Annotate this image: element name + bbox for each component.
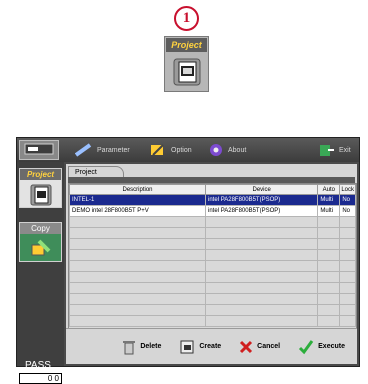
cell-lock: No xyxy=(339,205,356,217)
marker-1: 1 xyxy=(174,6,199,31)
action-bar: Delete Create Cancel Execute xyxy=(66,328,357,364)
cell-description: INTEL-1 xyxy=(69,194,207,206)
sidebar-copy-label: Copy xyxy=(20,223,61,234)
project-chip-icon xyxy=(173,58,201,86)
about-button[interactable]: About xyxy=(208,141,246,159)
project-table: Description Device Auto Lock INTEL-1 int… xyxy=(68,183,357,333)
exit-icon xyxy=(320,145,334,156)
cell-auto: Multi xyxy=(317,194,341,206)
exit-label: Exit xyxy=(339,146,351,154)
column-header[interactable]: Auto xyxy=(317,184,341,195)
create-button[interactable]: Create xyxy=(179,339,221,355)
table-row-empty xyxy=(69,238,356,250)
toolbar: Parameter Option About Exit xyxy=(17,138,359,162)
project-chip-icon xyxy=(30,184,52,206)
table-row[interactable]: INTEL-1 intel PA28F800B5T(PSOP) Multi No xyxy=(69,194,356,206)
exit-button[interactable]: Exit xyxy=(319,141,351,159)
sidebar-project-label: Project xyxy=(20,169,61,180)
pass-counter: 0 0 xyxy=(19,373,62,384)
option-label: Option xyxy=(171,146,192,154)
cell-auto: Multi xyxy=(317,205,341,217)
cancel-button[interactable]: Cancel xyxy=(239,340,280,354)
create-icon xyxy=(180,340,194,353)
cell-description: DEMO intel 28F800B5T P+V xyxy=(69,205,207,217)
checkmark-icon xyxy=(299,339,314,354)
option-button[interactable]: Option xyxy=(149,141,192,159)
x-icon xyxy=(240,340,253,353)
main-content: Project Description Device Auto Lock INT… xyxy=(66,164,357,364)
table-row-empty xyxy=(69,315,356,327)
delete-label: Delete xyxy=(140,343,162,350)
column-header[interactable]: Lock xyxy=(339,184,356,195)
about-icon xyxy=(210,144,222,156)
sidebar: Project Copy PASS 0 0 xyxy=(17,162,64,384)
option-icon xyxy=(151,144,164,156)
execute-label: Execute xyxy=(318,343,345,350)
column-header[interactable]: Description xyxy=(69,184,207,195)
programmer-window: Parameter Option About Exit Project Copy xyxy=(16,137,360,384)
parameter-button[interactable]: Parameter xyxy=(75,141,130,159)
cell-device: intel PA28F800B5T(PSOP) xyxy=(205,205,319,217)
device-logo-icon xyxy=(19,140,59,160)
cell-lock: No xyxy=(339,194,356,206)
table-row-empty xyxy=(69,271,356,283)
table-row-empty xyxy=(69,249,356,261)
table-row-empty xyxy=(69,282,356,294)
column-header[interactable]: Device xyxy=(205,184,319,195)
sidebar-copy-button[interactable]: Copy xyxy=(19,222,62,262)
project-button-standalone[interactable]: Project xyxy=(164,36,209,92)
parameter-label: Parameter xyxy=(97,146,130,154)
table-row-empty xyxy=(69,227,356,239)
cancel-label: Cancel xyxy=(257,343,281,350)
table-row-empty xyxy=(69,304,356,316)
delete-button[interactable]: Delete xyxy=(122,339,161,355)
sidebar-project-button[interactable]: Project xyxy=(19,168,62,208)
cell-device: intel PA28F800B5T(PSOP) xyxy=(205,194,319,206)
table-row-empty xyxy=(69,260,356,272)
copy-icon xyxy=(31,239,51,256)
project-title: Project xyxy=(166,38,207,52)
table-row-empty xyxy=(69,293,356,305)
table-row-empty xyxy=(69,216,356,228)
trash-icon xyxy=(123,340,136,354)
about-label: About xyxy=(228,146,247,154)
table-row[interactable]: DEMO intel 28F800B5T P+V intel PA28F800B… xyxy=(69,205,356,217)
pass-label: PASS xyxy=(25,360,51,371)
execute-button[interactable]: Execute xyxy=(298,339,345,355)
parameter-icon xyxy=(75,143,92,157)
create-label: Create xyxy=(199,343,222,350)
